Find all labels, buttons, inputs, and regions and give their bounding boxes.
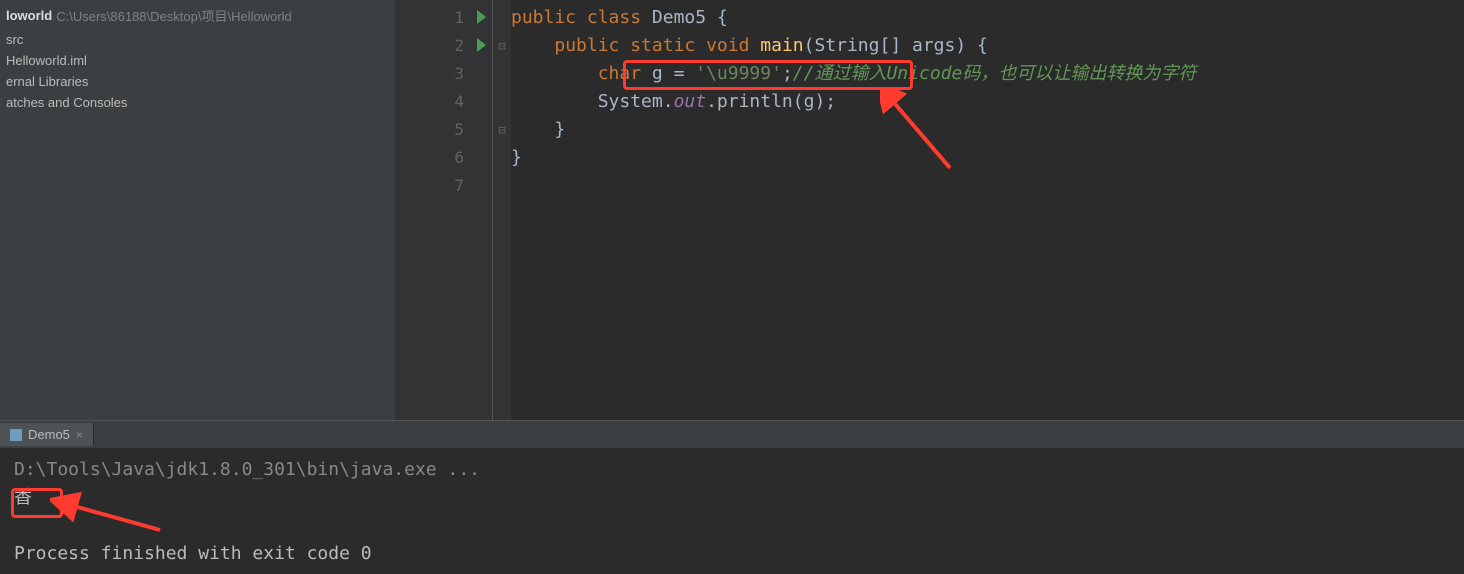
code-token: } <box>511 147 522 168</box>
run-tab[interactable]: Demo5 × <box>0 423 94 446</box>
code-token: { <box>717 7 728 28</box>
line-number: 1 <box>454 8 464 27</box>
code-token: main <box>760 35 803 56</box>
code-token: char <box>598 63 652 84</box>
code-comment: //通过输入Unicode码，也可以让输出转换为字符 <box>793 63 1197 84</box>
run-gutter-icon[interactable] <box>477 10 486 24</box>
code-token: out <box>674 91 707 112</box>
gutter: 1 2 3 4 5 6 7 <box>395 0 493 420</box>
code-token: public static <box>554 35 706 56</box>
tree-item-src[interactable]: src <box>0 29 395 50</box>
code-token: } <box>554 119 565 140</box>
code-token: class <box>587 7 652 28</box>
project-name: loworld <box>6 8 52 23</box>
tree-item-iml[interactable]: Helloworld.iml <box>0 50 395 71</box>
run-tab-bar: Demo5 × <box>0 420 1464 448</box>
project-path: C:\Users\86188\Desktop\项目\Helloworld <box>56 6 292 25</box>
tree-item-scratches[interactable]: atches and Consoles <box>0 92 395 113</box>
code-token: (String[] args) { <box>804 35 988 56</box>
fold-icon[interactable]: ⊟ <box>493 32 511 60</box>
code-token: Demo5 <box>652 7 717 28</box>
fold-column: ⊟ ⊟ <box>493 0 511 420</box>
code-area[interactable]: public class Demo5 { public static void … <box>511 0 1464 420</box>
run-tab-label: Demo5 <box>28 427 70 442</box>
run-gutter-icon[interactable] <box>477 38 486 52</box>
line-number: 3 <box>454 64 464 83</box>
console-command: D:\Tools\Java\jdk1.8.0_301\bin\java.exe … <box>14 456 1450 484</box>
code-token: public <box>511 7 587 28</box>
code-editor[interactable]: 1 2 3 4 5 6 7 ⊟ ⊟ public class Demo5 { p… <box>395 0 1464 420</box>
fold-icon[interactable] <box>493 4 511 32</box>
code-token: System. <box>598 91 674 112</box>
code-token: .println(g); <box>706 91 836 112</box>
code-token: '\u9999' <box>695 63 782 84</box>
line-number: 4 <box>454 92 464 111</box>
console-exit: Process finished with exit code 0 <box>14 540 1450 568</box>
console-output: 香 <box>14 484 1450 512</box>
run-config-icon <box>10 429 22 441</box>
code-token: void <box>706 35 760 56</box>
console-blank <box>14 512 1450 540</box>
tree-item-external-libs[interactable]: ernal Libraries <box>0 71 395 92</box>
line-number: 6 <box>454 148 464 167</box>
line-number: 2 <box>454 36 464 55</box>
line-number: 5 <box>454 120 464 139</box>
fold-icon[interactable]: ⊟ <box>493 116 511 144</box>
close-icon[interactable]: × <box>76 428 83 442</box>
project-root[interactable]: loworld C:\Users\86188\Desktop\项目\Hellow… <box>0 2 395 29</box>
project-tree[interactable]: loworld C:\Users\86188\Desktop\项目\Hellow… <box>0 0 395 420</box>
code-token: ; <box>782 63 793 84</box>
run-console[interactable]: D:\Tools\Java\jdk1.8.0_301\bin\java.exe … <box>0 448 1464 574</box>
code-token: g = <box>652 63 695 84</box>
line-number: 7 <box>454 176 464 195</box>
